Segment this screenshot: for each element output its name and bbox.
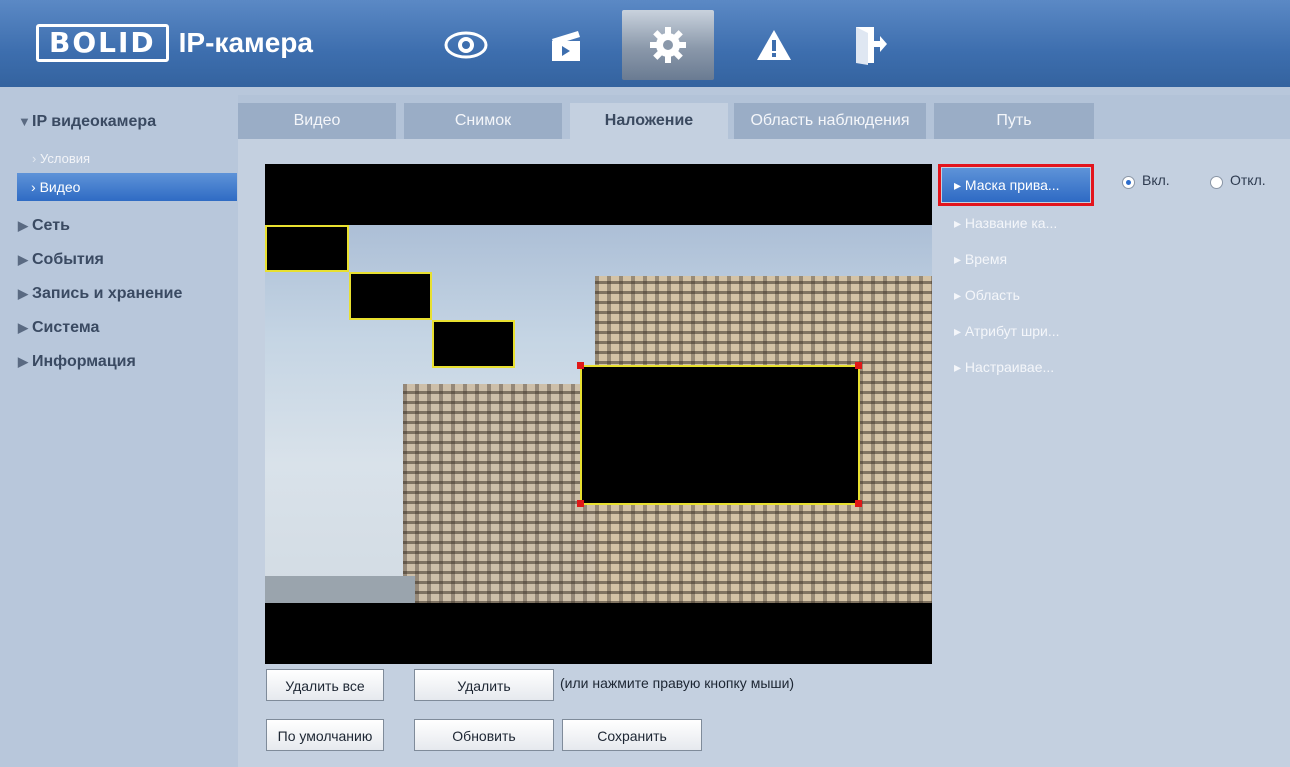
privacy-mask-region-3[interactable]: [432, 320, 515, 368]
privacy-mask-on-label: Вкл.: [1142, 172, 1170, 188]
main-content: Видео Снимок Наложение Область наблюдени…: [238, 95, 1290, 767]
video-preview[interactable]: [265, 164, 932, 664]
chevron-right-icon: ›: [31, 179, 36, 195]
privacy-mask-region-2[interactable]: [349, 272, 432, 320]
menu-custom[interactable]: ▸ Настраивае...: [942, 350, 1090, 384]
privacy-mask-off-label: Откл.: [1230, 172, 1266, 188]
live-view-nav-button[interactable]: [420, 10, 512, 80]
triangle-right-icon: ▶: [18, 354, 28, 369]
sidebar-item-system[interactable]: ▶ Система: [18, 313, 99, 343]
tab-overlay[interactable]: Наложение: [570, 103, 728, 139]
warning-icon: [757, 30, 791, 60]
tab-snapshot[interactable]: Снимок: [404, 103, 562, 139]
tab-surveillance-area[interactable]: Область наблюдения: [734, 103, 926, 139]
letterbox-top: [265, 164, 932, 225]
resize-handle-top-right[interactable]: [855, 362, 862, 369]
resize-handle-bottom-right[interactable]: [855, 500, 862, 507]
clapperboard-icon: [552, 31, 580, 61]
delete-hint-text: (или нажмите правую кнопку мыши): [560, 675, 795, 691]
triangle-right-icon: ▶: [18, 286, 28, 301]
logo-brand: BOLID: [36, 24, 169, 62]
refresh-button[interactable]: Обновить: [414, 719, 554, 751]
delete-button[interactable]: Удалить: [414, 669, 554, 701]
logo: BOLID IP-камера: [36, 24, 313, 62]
tab-path[interactable]: Путь: [934, 103, 1094, 139]
sidebar-item-events[interactable]: ▶ События: [18, 245, 104, 275]
logo-product: IP-камера: [178, 27, 313, 58]
sidebar-item-network[interactable]: ▶ Сеть: [18, 211, 70, 241]
logout-nav-button[interactable]: [824, 10, 916, 80]
save-button[interactable]: Сохранить: [562, 719, 702, 751]
privacy-mask-on-radio[interactable]: [1122, 176, 1135, 189]
menu-font-attribute[interactable]: ▸ Атрибут шри...: [942, 314, 1090, 348]
menu-time[interactable]: ▸ Время: [942, 242, 1090, 276]
triangle-right-icon: ▶: [18, 320, 28, 335]
sidebar-item-storage[interactable]: ▶ Запись и хранение: [18, 279, 182, 309]
privacy-mask-region-selected[interactable]: [580, 365, 860, 505]
low-roofs: [265, 576, 415, 603]
settings-nav-button[interactable]: [622, 10, 714, 80]
tab-video[interactable]: Видео: [238, 103, 396, 139]
alarm-nav-button[interactable]: [728, 10, 820, 80]
delete-all-button[interactable]: Удалить все: [266, 669, 384, 701]
exit-icon: [856, 27, 887, 65]
chevron-right-icon: ›: [32, 151, 37, 166]
menu-area[interactable]: ▸ Область: [942, 278, 1090, 312]
triangle-right-icon: ▶: [18, 218, 28, 233]
menu-channel-title[interactable]: ▸ Название ка...: [942, 206, 1090, 240]
sidebar-subitem-conditions[interactable]: › Условия: [32, 147, 90, 171]
sidebar-item-information[interactable]: ▶ Информация: [18, 347, 136, 377]
privacy-mask-off-radio[interactable]: [1210, 176, 1223, 189]
playback-nav-button[interactable]: [520, 10, 612, 80]
building-left: [403, 384, 603, 604]
letterbox-bottom: [265, 603, 932, 664]
resize-handle-bottom-left[interactable]: [577, 500, 584, 507]
privacy-mask-region-1[interactable]: [265, 225, 349, 272]
menu-privacy-mask[interactable]: ▸ Маска прива...: [938, 164, 1094, 206]
triangle-down-icon: ▼: [18, 114, 31, 129]
top-header: BOLID IP-камера: [0, 0, 1290, 87]
default-button[interactable]: По умолчанию: [266, 719, 384, 751]
sidebar: ▼IP видеокамера › Условия › Видео ▶ Сеть …: [0, 95, 238, 767]
eye-icon: [444, 31, 488, 59]
sidebar-subitem-video[interactable]: › Видео: [17, 173, 237, 201]
sidebar-item-ip-camera[interactable]: ▼IP видеокамера: [18, 107, 156, 137]
gear-icon: [650, 27, 686, 63]
resize-handle-top-left[interactable]: [577, 362, 584, 369]
triangle-right-icon: ▶: [18, 252, 28, 267]
